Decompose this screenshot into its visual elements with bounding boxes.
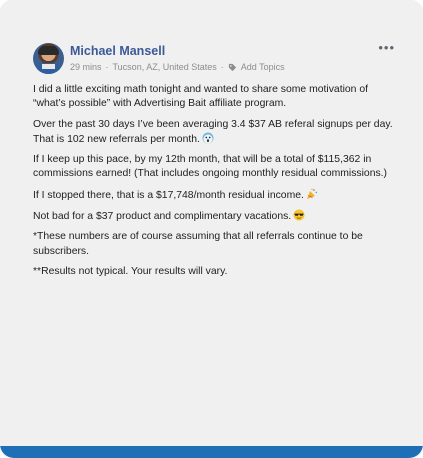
post-meta: 29 mins · Tucson, AZ, United States · Ad… <box>70 62 285 72</box>
more-options-icon[interactable]: ••• <box>378 41 395 54</box>
add-topics-link[interactable]: Add Topics <box>241 62 285 72</box>
post-card: Michael Mansell 29 mins · Tucson, AZ, Un… <box>0 0 423 458</box>
avatar-cap <box>38 46 59 55</box>
meta-separator: · <box>220 62 224 72</box>
tag-icon <box>228 63 236 71</box>
post-time[interactable]: 29 mins <box>70 62 102 72</box>
post-paragraph: **Results not typical. Your results will… <box>33 265 228 277</box>
post-header: Michael Mansell 29 mins · Tucson, AZ, Un… <box>33 41 403 77</box>
post-paragraph: If I stopped there, that is a $17,748/mo… <box>33 188 395 203</box>
post-paragraph: *These numbers are of course assuming th… <box>33 231 363 257</box>
post-paragraph: Over the past 30 days I’ve been averagin… <box>33 118 395 148</box>
post-paragraph-text: Not bad for a $37 product and compliment… <box>33 211 292 223</box>
bottom-accent-bar <box>0 446 423 458</box>
sunglasses-face-icon <box>293 209 305 221</box>
post-location[interactable]: Tucson, AZ, United States <box>113 62 217 72</box>
party-popper-icon <box>306 188 317 199</box>
shocked-face-icon <box>202 132 214 144</box>
post-paragraph-text: If I stopped there, that is a $17,748/mo… <box>33 189 304 201</box>
meta-separator: · <box>105 62 109 72</box>
avatar-shirt-print <box>42 64 55 69</box>
post-paragraph: I did a little exciting math tonight and… <box>33 84 368 110</box>
post-body: I did a little exciting math tonight and… <box>33 83 395 285</box>
post-paragraph: If I keep up this pace, by my 12th month… <box>33 154 388 180</box>
avatar[interactable] <box>33 43 64 74</box>
post-paragraph: Not bad for a $37 product and compliment… <box>33 209 395 224</box>
author-name[interactable]: Michael Mansell <box>70 44 165 58</box>
